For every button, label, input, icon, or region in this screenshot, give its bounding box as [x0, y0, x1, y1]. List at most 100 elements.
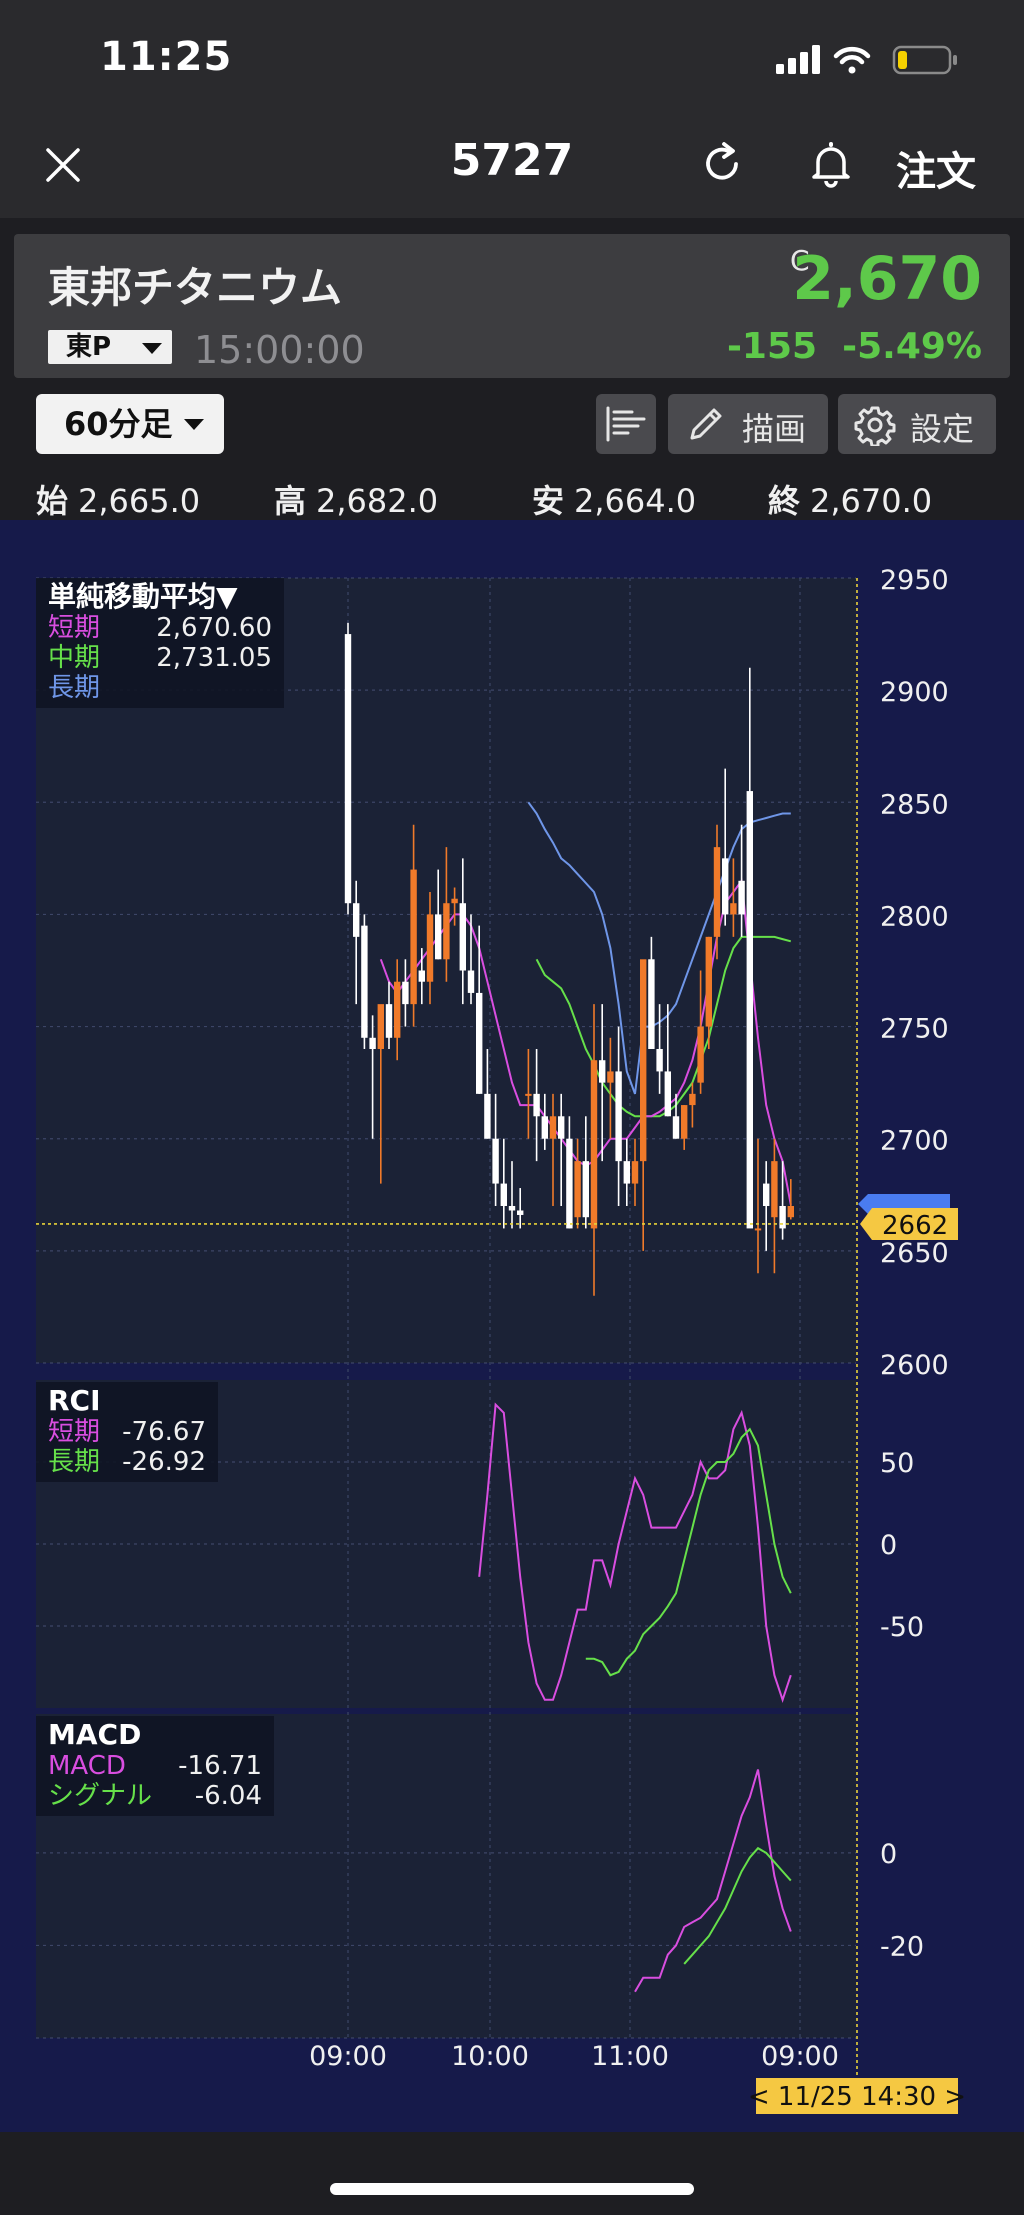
candle-body — [394, 981, 401, 1038]
candle-body — [705, 936, 712, 1027]
candle-body — [533, 1093, 540, 1117]
stock-name: 東邦チタニウム — [48, 263, 343, 312]
candle-body — [402, 981, 409, 1005]
price-tag-label: 2662 — [882, 1211, 948, 1241]
candle-body — [459, 903, 466, 971]
list-icon — [606, 406, 646, 442]
candle-body — [590, 1060, 598, 1229]
caret-down-icon — [184, 419, 204, 430]
indicator-list-button[interactable] — [596, 394, 656, 454]
candle — [361, 914, 368, 1049]
cursor-label: < 11/25 14:30 > — [748, 2082, 966, 2112]
candle-body — [763, 1183, 770, 1206]
candle-body — [722, 858, 729, 915]
settings-button[interactable]: 設定 — [838, 394, 996, 454]
candle-body — [369, 1037, 376, 1049]
candle-body — [754, 1228, 762, 1231]
current-price: 2,670 — [792, 244, 982, 314]
candle-body — [648, 959, 655, 1049]
candle-body — [492, 1138, 499, 1184]
price-tick-label: 2950 — [880, 565, 949, 596]
time-axis-label: 09:00 — [309, 2041, 387, 2072]
pencil-icon — [690, 408, 722, 440]
candle-body — [517, 1210, 524, 1215]
candle-body — [558, 1116, 565, 1139]
caret-down-icon — [142, 343, 162, 354]
refresh-icon[interactable] — [702, 142, 744, 186]
candle-body — [467, 970, 475, 993]
bell-icon[interactable] — [810, 140, 852, 188]
price-tick-label: 2850 — [880, 789, 949, 820]
rci-legend: RCI短期 -76.67 長期 -26.92 — [36, 1382, 218, 1482]
price-chart[interactable]: 2950 2900 2850 2800 2750 2700 2650 2600 50 0 -50 0 -… — [0, 520, 1024, 2132]
gear-icon — [854, 406, 896, 446]
candle-body — [353, 903, 360, 937]
candle-body — [525, 1093, 532, 1096]
legend-label: 長期 — [48, 1447, 100, 1477]
draw-label: 描画 — [742, 410, 807, 448]
ohlc-open: 始 2,665.0 — [36, 482, 201, 520]
time-axis-label: 10:00 — [451, 2041, 529, 2072]
legend-value: -16.71 — [178, 1751, 262, 1781]
legend-value: 2,670.60 — [156, 613, 272, 643]
candle-body — [681, 1105, 688, 1139]
draw-button[interactable]: 描画 — [668, 394, 828, 454]
ohlc-low: 安 2,664.0 — [532, 482, 697, 520]
market-selector[interactable]: 東P — [48, 330, 172, 364]
legend-value: -76.67 — [122, 1417, 206, 1447]
candle-body — [672, 1116, 680, 1139]
time-axis-label: 11:00 — [591, 2041, 669, 2072]
candle-body — [730, 903, 737, 915]
change-percent: -5.49% — [842, 326, 982, 367]
candle-body — [418, 970, 425, 982]
legend-title: RCI — [48, 1384, 101, 1417]
candle-body — [541, 1116, 548, 1139]
legend-value: -26.92 — [122, 1447, 206, 1477]
signal-icon — [776, 45, 820, 74]
change-value: -155 — [726, 326, 818, 367]
status-icons — [776, 45, 957, 75]
candle-body — [656, 1049, 663, 1072]
candle-body — [443, 903, 450, 960]
order-button[interactable]: 注文 — [896, 139, 976, 197]
candle-body — [344, 634, 352, 904]
candle-body — [689, 1093, 696, 1106]
home-indicator[interactable] — [330, 2183, 694, 2195]
candle-body — [549, 1116, 557, 1139]
time-axis-label: 09:00 — [761, 2041, 839, 2072]
settings-label: 設定 — [910, 410, 975, 448]
rci-tick-label: 0 — [880, 1530, 897, 1561]
price-tick-label: 2750 — [880, 1014, 949, 1045]
status-time: 11:25 — [100, 34, 233, 80]
candle-body — [779, 1206, 786, 1229]
legend-label: MACD — [48, 1751, 126, 1781]
candle-body — [582, 1161, 589, 1218]
quote-time: 15:00:00 — [194, 328, 365, 372]
period-label: 60分足 — [64, 405, 173, 443]
ohlc-close: 終 2,670.0 — [768, 482, 933, 520]
battery-icon — [892, 45, 957, 75]
candle-body — [771, 1161, 778, 1218]
page-title: 5727 — [450, 135, 574, 186]
legend-label: 短期 — [48, 1417, 100, 1447]
legend-label: 短期 — [48, 613, 100, 643]
macd-legend: MACDMACD -16.71 シグナル -6.04 — [36, 1716, 274, 1816]
candle-body — [377, 1004, 384, 1049]
candle-body — [361, 925, 368, 1038]
candle-body — [623, 1161, 630, 1184]
candle-body — [410, 869, 417, 1005]
candle-body — [435, 914, 442, 960]
price-tick-label: 2900 — [880, 677, 949, 708]
candle-body — [500, 1183, 507, 1206]
period-selector[interactable]: 60分足 — [36, 394, 224, 454]
home-bar-area — [0, 2132, 1024, 2215]
legend-label: シグナル — [48, 1781, 152, 1811]
candle-body — [713, 847, 721, 937]
macd-tick-label: 0 — [880, 1839, 897, 1870]
candle-body — [664, 1071, 671, 1117]
candle-body — [574, 1161, 581, 1218]
price-tick-label: 2600 — [880, 1350, 949, 1381]
candle-body — [615, 1071, 622, 1162]
candle-body — [508, 1206, 516, 1211]
market-label: 東P — [66, 332, 112, 362]
